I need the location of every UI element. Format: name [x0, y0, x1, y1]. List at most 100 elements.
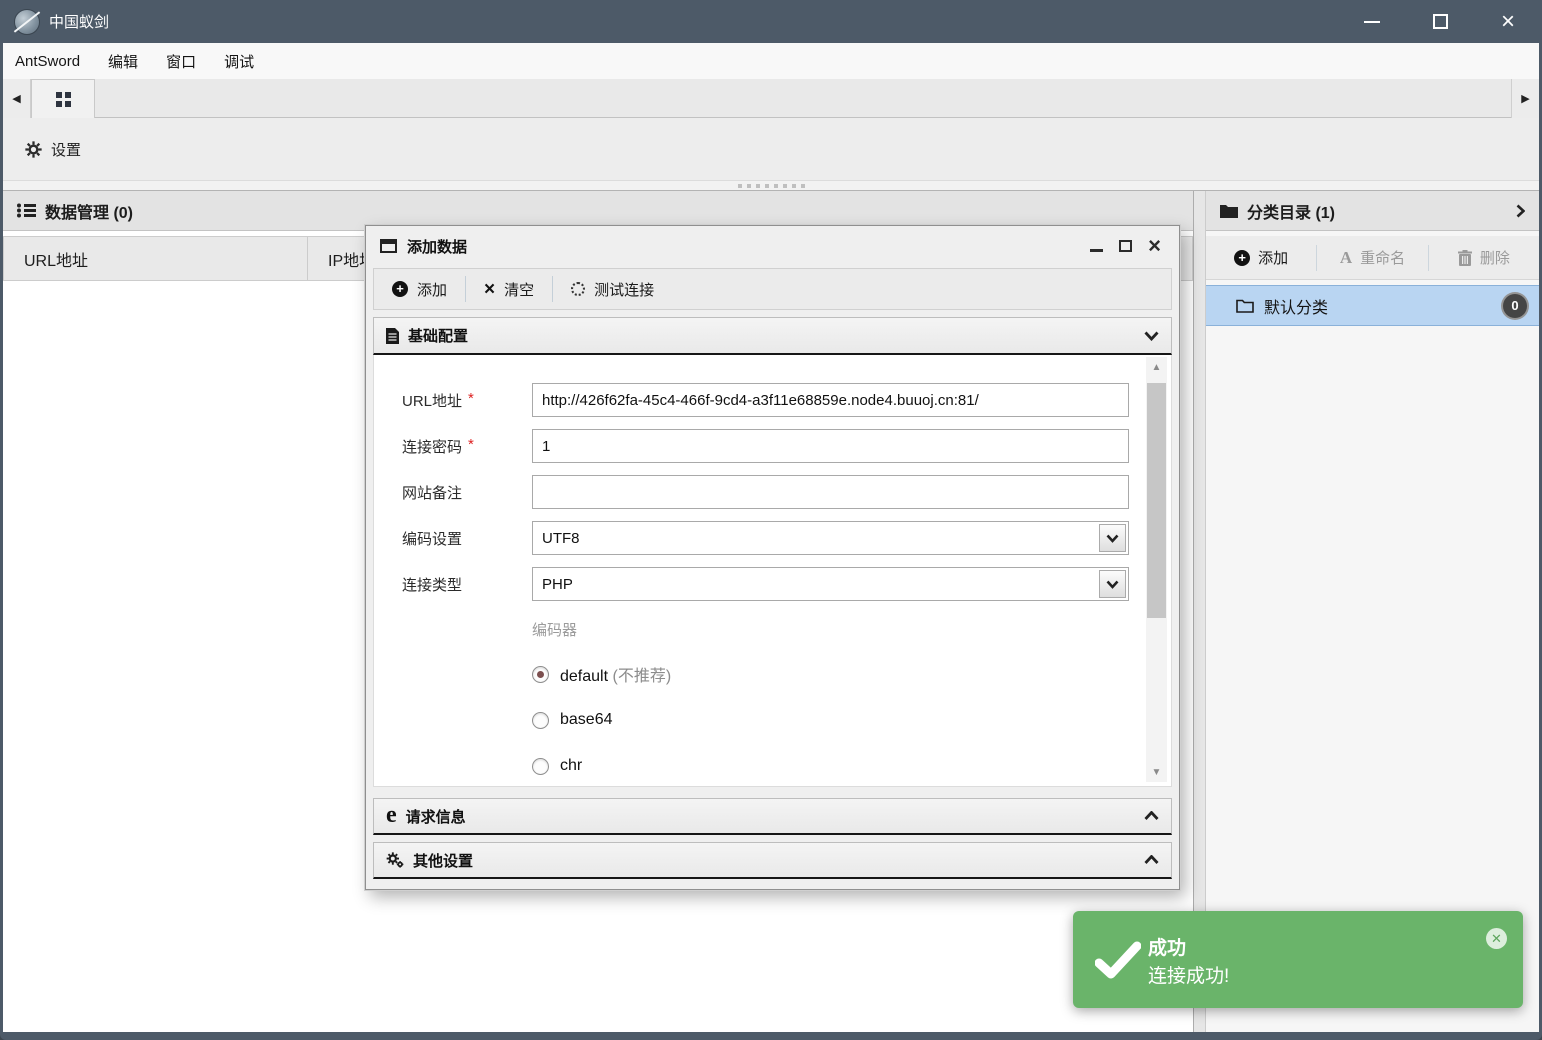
- maximize-button[interactable]: [1406, 0, 1474, 43]
- scroll-up-icon[interactable]: ▲: [1146, 359, 1167, 375]
- success-toast: 成功 连接成功! ✕: [1073, 911, 1523, 1008]
- category-count-badge: 0: [1503, 294, 1527, 318]
- dialog-maximize-icon[interactable]: [1119, 240, 1132, 252]
- app-window: 中国蚁剑 × AntSword 编辑 窗口 调试 ◀ ▶ 设: [0, 0, 1542, 1040]
- encoder-option-base64[interactable]: base64: [532, 709, 613, 731]
- plus-circle-icon: +: [1234, 250, 1250, 266]
- dialog-window-icon: [380, 239, 397, 253]
- section-other-settings[interactable]: 其他设置: [373, 842, 1172, 879]
- column-url[interactable]: URL地址: [3, 236, 308, 281]
- dialog-minimize-icon[interactable]: [1090, 249, 1103, 252]
- close-button[interactable]: ×: [1474, 0, 1542, 43]
- minimize-icon: [1364, 21, 1380, 23]
- encoder-label: 编码器: [532, 619, 577, 640]
- menu-debug[interactable]: 调试: [224, 51, 254, 72]
- conn-type-select[interactable]: PHP: [532, 567, 1129, 601]
- trash-icon: [1458, 250, 1472, 266]
- antsword-logo-icon: [14, 9, 40, 35]
- dialog-add-button[interactable]: + 添加: [374, 269, 465, 309]
- tab-data-manager[interactable]: [31, 79, 95, 118]
- encoding-select[interactable]: UTF8: [532, 521, 1129, 555]
- chevron-down-icon: [1106, 580, 1119, 589]
- check-icon: [1095, 941, 1141, 979]
- section-request-info[interactable]: e 请求信息: [373, 798, 1172, 835]
- add-data-dialog: 添加数据 × + 添加 × 清空 测试连接: [365, 225, 1180, 890]
- main-toolbar: 设置: [3, 118, 1539, 180]
- document-icon: [386, 328, 399, 344]
- menu-antsword[interactable]: AntSword: [15, 53, 80, 70]
- category-delete-button[interactable]: 删除: [1429, 236, 1539, 279]
- maximize-icon: [1433, 14, 1448, 29]
- encoding-label: 编码设置: [402, 528, 462, 549]
- select-dropdown-button[interactable]: [1099, 524, 1126, 552]
- category-add-button[interactable]: + 添加: [1206, 236, 1316, 279]
- plus-circle-icon: +: [392, 281, 408, 297]
- scroll-down-icon[interactable]: ▼: [1146, 764, 1167, 780]
- category-header: 分类目录 (1): [1206, 191, 1539, 231]
- basic-config-form: URL地址 * 连接密码 * 网站备注 编码设置 UTF8 连接类型: [373, 355, 1172, 787]
- url-label: URL地址: [402, 390, 462, 411]
- horizontal-splitter[interactable]: [3, 180, 1539, 191]
- clear-x-icon: ×: [484, 280, 495, 299]
- category-item-default[interactable]: 默认分类 0: [1206, 285, 1539, 326]
- list-icon: [17, 203, 36, 218]
- encoder-option-chr[interactable]: chr: [532, 755, 582, 777]
- radio-checked-icon[interactable]: [532, 666, 549, 683]
- browser-e-icon: e: [386, 806, 397, 825]
- category-pane: 分类目录 (1) + 添加 A 重命名 删: [1206, 191, 1539, 1032]
- toast-close-button[interactable]: ✕: [1486, 928, 1507, 949]
- dialog-clear-button[interactable]: × 清空: [466, 269, 552, 309]
- chevron-right-icon[interactable]: [1516, 204, 1525, 218]
- section-basic-config[interactable]: 基础配置: [373, 317, 1172, 355]
- settings-button[interactable]: 设置: [25, 139, 81, 160]
- toast-message: 连接成功!: [1148, 961, 1229, 988]
- password-input[interactable]: [532, 429, 1129, 463]
- conn-type-label: 连接类型: [402, 574, 462, 595]
- window-title: 中国蚁剑: [49, 11, 109, 32]
- category-rename-button[interactable]: A 重命名: [1317, 236, 1427, 279]
- spinner-icon: [571, 282, 585, 296]
- form-scrollbar[interactable]: ▲ ▼: [1146, 357, 1167, 782]
- encoder-option-default[interactable]: default (不推荐): [532, 663, 671, 685]
- vertical-splitter[interactable]: [1193, 191, 1206, 1032]
- chevron-down-icon: [1144, 331, 1159, 341]
- dialog-test-connection-button[interactable]: 测试连接: [553, 269, 672, 309]
- category-title: 分类目录 (1): [1247, 199, 1507, 223]
- menubar: AntSword 编辑 窗口 调试: [3, 43, 1539, 79]
- scrollbar-thumb[interactable]: [1147, 383, 1166, 618]
- close-icon: ×: [1501, 10, 1515, 34]
- tabbar: ◀ ▶: [3, 79, 1539, 118]
- required-asterisk: *: [468, 436, 474, 453]
- radio-icon[interactable]: [532, 712, 549, 729]
- dialog-titlebar[interactable]: 添加数据 ×: [366, 226, 1179, 266]
- minimize-button[interactable]: [1338, 0, 1406, 43]
- note-label: 网站备注: [402, 482, 462, 503]
- tab-scroll-left-button[interactable]: ◀: [3, 79, 31, 118]
- required-asterisk: *: [468, 390, 474, 407]
- note-input[interactable]: [532, 475, 1129, 509]
- titlebar: 中国蚁剑 ×: [0, 0, 1542, 43]
- category-toolbar: + 添加 A 重命名 删除: [1206, 236, 1539, 280]
- toast-title: 成功: [1148, 933, 1186, 960]
- tab-scroll-right-button[interactable]: ▶: [1511, 79, 1539, 118]
- menu-edit[interactable]: 编辑: [108, 51, 138, 72]
- chevron-up-icon: [1144, 855, 1159, 865]
- chevron-down-icon: [1106, 534, 1119, 543]
- folder-outline-icon: [1236, 298, 1254, 313]
- password-label: 连接密码: [402, 436, 462, 457]
- menu-window[interactable]: 窗口: [166, 51, 196, 72]
- select-dropdown-button[interactable]: [1099, 570, 1126, 598]
- url-input[interactable]: [532, 383, 1129, 417]
- dialog-close-icon[interactable]: ×: [1148, 235, 1161, 257]
- data-management-title: 数据管理 (0): [45, 199, 133, 223]
- gears-icon: [386, 852, 404, 868]
- rename-icon: A: [1340, 248, 1352, 268]
- folder-icon: [1220, 203, 1238, 218]
- dialog-title: 添加数据: [407, 236, 1080, 257]
- dialog-toolbar: + 添加 × 清空 测试连接: [373, 268, 1172, 310]
- category-item-label: 默认分类: [1264, 294, 1493, 318]
- chevron-up-icon: [1144, 811, 1159, 821]
- grid-icon: [56, 92, 62, 98]
- gear-icon: [25, 141, 42, 158]
- radio-icon[interactable]: [532, 758, 549, 775]
